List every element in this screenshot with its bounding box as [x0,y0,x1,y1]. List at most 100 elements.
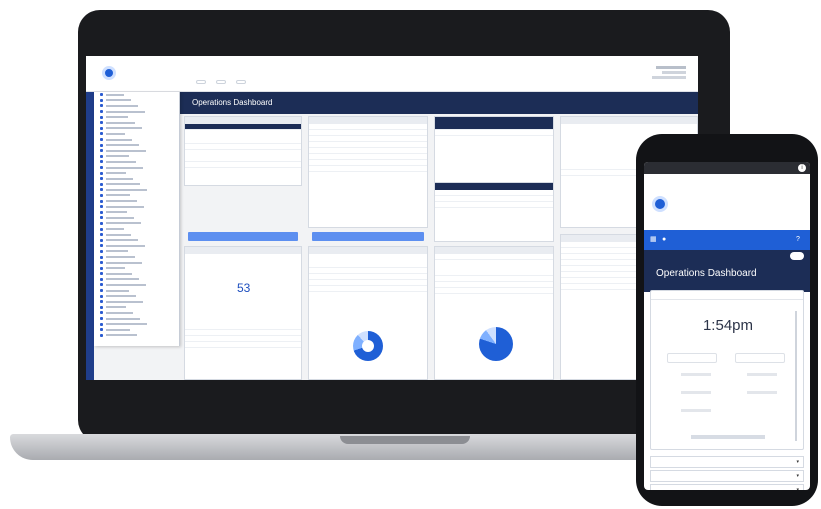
clock-label [681,409,711,412]
chevron-down-icon: ▾ [796,473,799,479]
menu-item-icon [100,205,103,209]
menu-item-icon [100,126,103,130]
menu-item-label [106,250,128,253]
menu-item-label [106,295,136,298]
menu-item-icon [100,110,103,114]
top-nav-location[interactable] [196,80,206,84]
menu-item-label [106,138,132,141]
clock-field[interactable] [667,353,717,363]
panel-header [185,247,301,254]
menu-item-icon [100,311,103,315]
user-menu[interactable] [652,64,686,81]
top-nav-filter[interactable] [236,80,246,84]
menu-item-icon [100,300,103,304]
panel-row[interactable] [309,166,427,172]
chevron-down-icon: ▾ [796,459,799,465]
menu-item-icon [100,193,103,197]
menu-item-icon [100,289,103,293]
dashboard-title: Operations Dashboard [192,98,273,107]
menu-item-label [106,188,147,191]
menu-item-label [106,99,131,102]
menu-item-icon [100,317,103,321]
phone-card-header[interactable] [651,291,803,300]
menu-item-label [106,216,134,219]
phone-list-item[interactable]: ▾ [650,456,804,468]
menu-item-label [106,323,147,326]
pie-chart-2 [479,327,513,361]
phone-app-logo [652,196,672,212]
scrollbar[interactable] [795,311,797,441]
phone-list-item[interactable]: ▾ [650,484,804,490]
panel-kpi: 53 [184,246,302,380]
menu-item-label [106,272,132,275]
toggle-switch[interactable] [790,252,804,260]
info-icon[interactable]: i [798,164,806,172]
menu-item-label [106,244,145,247]
dashboard-header: Operations Dashboard [180,92,698,114]
menu-item-icon [100,138,103,142]
menu-item-icon [100,171,103,175]
menu-item-label [106,334,137,337]
top-nav [196,80,246,84]
panel-header [185,117,301,124]
panel-chart-2 [434,246,554,380]
panel-header [561,117,697,124]
menu-item-label [106,267,125,270]
clock-field[interactable] [735,353,785,363]
panel-row[interactable] [185,124,301,130]
menu-item-label [106,228,124,231]
panel-row[interactable] [435,254,553,260]
menu-item-label [106,300,143,303]
pie-chart-1-hole [362,340,374,352]
settings-icon[interactable]: ● [662,236,670,244]
panel-report [308,116,428,228]
menu-item-label [106,289,129,292]
menu-item-icon [100,333,103,337]
menu-item-label [106,183,140,186]
menu-item-label [106,233,131,236]
menu-item-icon [100,160,103,164]
menu-item-label [106,283,146,286]
menu-item-icon [100,104,103,108]
kpi-value: 53 [237,281,251,295]
panel-chart-1 [308,246,428,380]
top-nav-date[interactable] [216,80,226,84]
panel-header [435,247,553,254]
menu-item-icon [100,177,103,181]
phone-dashboard-title: Operations Dashboard [656,268,757,279]
phone-list-item[interactable]: ▾ [650,470,804,482]
menu-item-icon [100,294,103,298]
panel-row [185,144,301,150]
panel-action-button[interactable] [312,232,424,241]
menu-item-label [106,144,139,147]
menu-item-label [106,211,127,214]
menu-item-label [106,121,135,124]
sidebar-rail[interactable] [86,92,94,380]
sidebar-menu [94,92,180,346]
panel-action-button[interactable] [188,232,298,241]
phone-clock-card: 1:54pm [650,290,804,450]
clock-label [747,391,777,394]
menu-item-icon [100,121,103,125]
clock-footer-link[interactable] [691,435,765,439]
chevron-down-icon: ▾ [796,487,799,490]
panel-list-2 [434,182,554,242]
menu-item-label [106,132,125,135]
menu-item-icon [100,255,103,259]
panel-row[interactable] [435,130,553,136]
help-icon[interactable]: ? [796,236,804,244]
menu-item-label [106,239,138,242]
phone-frame: i ▦ ● ? Operations Dashboard 1:54pm ▾ ▾ … [636,134,818,506]
panel-row[interactable] [435,202,553,208]
sidebar-menu-item[interactable] [94,333,179,339]
menu-item-icon [100,328,103,332]
menu-item-label [106,306,126,309]
menu-item-label [106,104,138,107]
clock-label [681,373,711,376]
menu-item-label [106,205,144,208]
clock-label [681,391,711,394]
app-topbar [86,56,698,92]
menu-item-label [106,177,133,180]
phone-status-bar: i [644,162,810,174]
grid-icon[interactable]: ▦ [650,236,658,244]
